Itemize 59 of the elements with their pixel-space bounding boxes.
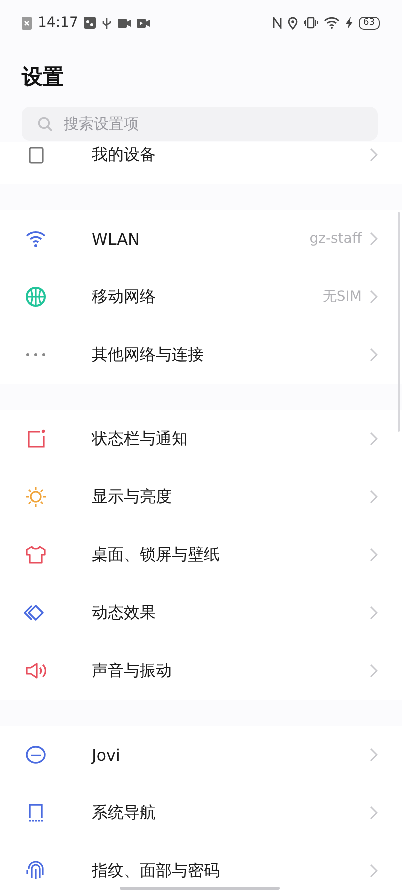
item-value: gz-staff [310,231,362,247]
app-notification-icon [84,17,96,29]
chevron-icon [370,490,378,504]
chevron-icon [370,748,378,762]
assistant-icon [24,743,48,767]
settings-item[interactable]: 动态效果 [0,584,402,642]
settings-item[interactable]: 系统导航 [0,784,402,842]
item-label: 显示与亮度 [92,486,173,508]
settings-item[interactable]: 指纹、面部与密码 [0,842,402,892]
settings-item[interactable]: Jovi [0,726,402,784]
more-icon [26,353,46,357]
vibrate-icon [304,17,318,29]
chevron-icon [370,806,378,820]
search-field[interactable]: 搜索设置项 [22,107,378,141]
screen-record-icon [137,18,150,28]
settings-item[interactable]: 我的设备 [0,142,402,184]
settings-item[interactable]: 移动网络 无SIM [0,268,402,326]
settings-item[interactable]: 显示与亮度 [0,468,402,526]
settings-item[interactable]: WLAN gz-staff [0,210,402,268]
item-label: 移动网络 [92,286,157,308]
chevron-icon [370,148,378,162]
item-label: 系统导航 [92,802,157,824]
settings-item[interactable]: 桌面、锁屏与壁纸 [0,526,402,584]
wifi-icon [324,17,340,29]
chevron-icon [370,864,378,878]
search-icon [38,117,53,132]
clock-time: 14:17 [38,15,78,31]
battery-level: 63 [358,16,380,30]
chevron-icon [370,348,378,362]
page-title: 设置 [22,64,65,91]
settings-item[interactable]: 状态栏与通知 [0,410,402,468]
item-label: 指纹、面部与密码 [92,860,221,882]
sun-icon [24,485,48,509]
chevron-icon [370,664,378,678]
home-indicator[interactable] [120,887,280,890]
item-label: 我的设备 [92,144,157,166]
item-label: 动态效果 [92,602,157,624]
chevron-icon [370,432,378,446]
item-value: 无SIM [322,288,362,306]
chevron-icon [370,548,378,562]
item-label: WLAN [92,230,142,248]
item-label: 桌面、锁屏与壁纸 [92,544,221,566]
nfc-icon [272,17,282,29]
sim-off-icon [22,16,32,30]
shirt-icon [24,543,48,567]
location-icon [288,16,298,30]
video-camera-icon [118,18,132,28]
settings-item[interactable]: 其他网络与连接 [0,326,402,384]
item-label: Jovi [92,746,122,764]
item-label: 声音与振动 [92,660,173,682]
settings-item[interactable]: 声音与振动 [0,642,402,700]
chevron-icon [370,290,378,304]
item-label: 其他网络与连接 [92,344,205,366]
charging-icon [346,17,353,29]
chevron-icon [370,232,378,246]
item-label: 状态栏与通知 [92,428,189,450]
globe-icon [24,285,48,309]
chevron-icon [370,606,378,620]
usb-icon [102,16,112,30]
